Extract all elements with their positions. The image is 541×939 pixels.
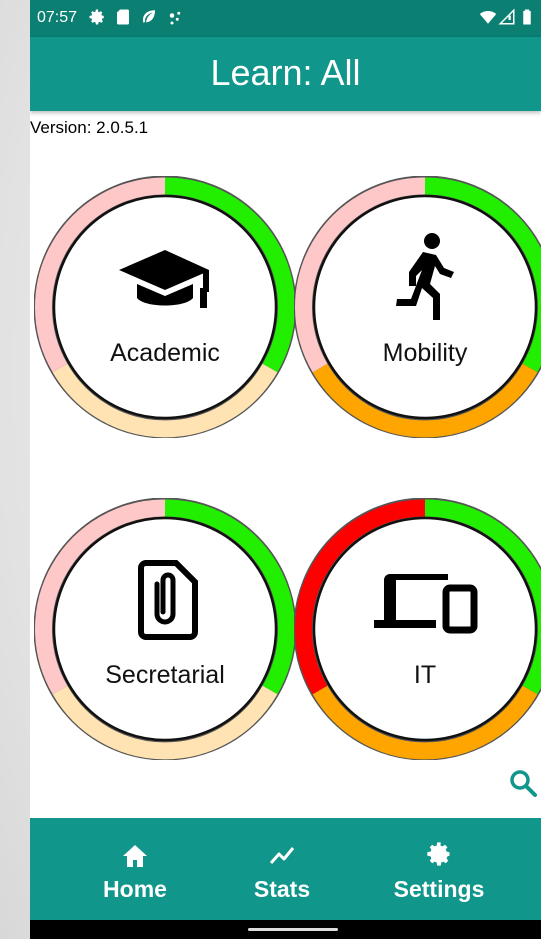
page-title: Learn: All [210, 52, 361, 93]
category-label-mobility: Mobility [382, 339, 468, 367]
gear-icon [89, 9, 104, 25]
category-label-academic: Academic [110, 339, 220, 367]
app-bar: Learn: All [30, 37, 541, 111]
system-navigation-bar [30, 920, 541, 939]
nav-label-settings: Settings [393, 876, 485, 902]
phone-screen: 07:57 Learn: All Version: 2.0.5.1 Academ… [30, 0, 541, 939]
wifi-icon [479, 11, 497, 24]
category-label-secretarial: Secretarial [105, 661, 225, 689]
trending-up-icon [269, 847, 295, 864]
nav-label-stats: Stats [253, 876, 311, 902]
battery-icon [523, 9, 531, 25]
devices-icon [374, 574, 478, 634]
category-tile-mobility[interactable]: Mobility [294, 176, 541, 438]
status-bar: 07:57 [30, 0, 541, 37]
category-tile-academic[interactable]: Academic [34, 176, 296, 438]
category-tile-secretarial[interactable]: Secretarial [34, 498, 296, 760]
paperclip-document-icon [138, 560, 198, 640]
running-person-icon [396, 233, 454, 320]
signal-icon [498, 8, 515, 25]
nav-label-home: Home [103, 876, 167, 902]
home-icon [123, 845, 147, 867]
dots-icon [169, 11, 181, 25]
sd-card-icon [117, 9, 129, 25]
graduation-cap-icon [119, 250, 209, 308]
search-icon[interactable] [508, 768, 538, 798]
nav-item-home[interactable]: Home [50, 818, 220, 920]
bottom-navigation: Home Stats Settings [30, 818, 541, 920]
version-label: Version: 2.0.5.1 [30, 118, 149, 137]
nav-item-settings[interactable]: Settings [354, 818, 524, 920]
home-indicator[interactable] [248, 928, 338, 931]
gear-icon [427, 842, 450, 866]
category-label-it: IT [413, 661, 437, 689]
leaf-icon [143, 10, 155, 23]
category-tile-it[interactable]: IT [294, 498, 541, 760]
status-time: 07:57 [37, 9, 78, 26]
nav-item-stats[interactable]: Stats [197, 818, 367, 920]
